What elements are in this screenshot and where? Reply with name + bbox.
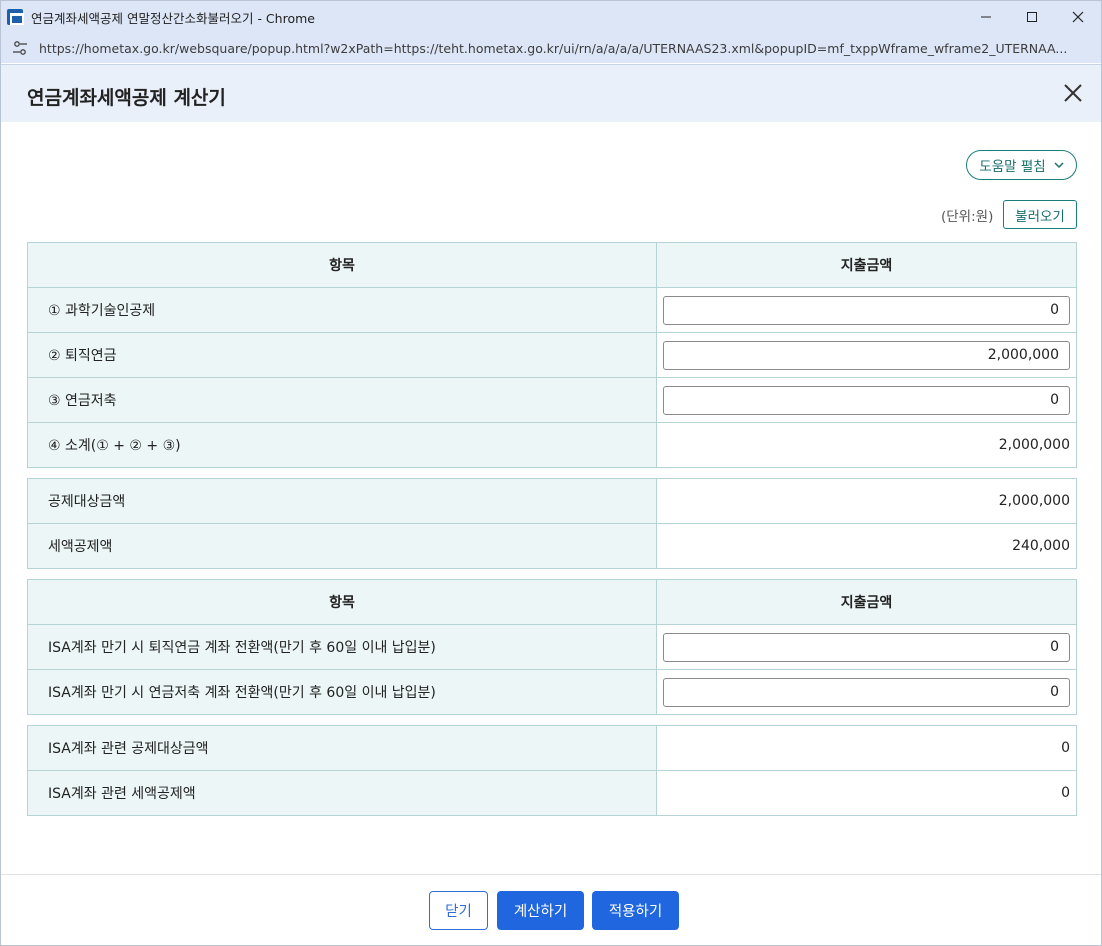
column-header-amount: 지출금액 xyxy=(656,579,1077,625)
dialog-close-button[interactable] xyxy=(1061,81,1085,105)
pension-savings-input[interactable]: 0 xyxy=(663,385,1070,415)
site-info-button[interactable] xyxy=(11,39,29,57)
dialog-title: 연금계좌세액공제 계산기 xyxy=(27,87,226,109)
apply-button[interactable]: 적용하기 xyxy=(592,891,679,930)
deductible-amount-value: 2,000,000 xyxy=(656,478,1077,524)
browser-popup-window: 연금계좌세액공제 연말정산간소화불러오기 - Chrome https://ho… xyxy=(0,0,1102,946)
isa-conversion-table: 항목 지출금액 ISA계좌 만기 시 퇴직연금 계좌 전환액(만기 후 60일 … xyxy=(27,579,1077,715)
science-tech-deduction-input[interactable]: 0 xyxy=(663,295,1070,325)
row-label: ① 과학기술인공제 xyxy=(27,287,657,333)
help-toggle-button[interactable]: 도움말 펼침 xyxy=(966,150,1077,180)
row-label: ④ 소계(① + ② + ③) xyxy=(27,422,657,468)
column-header-item: 항목 xyxy=(27,579,657,625)
window-titlebar: 연금계좌세액공제 연말정산간소화불러오기 - Chrome xyxy=(1,1,1101,33)
load-button[interactable]: 불러오기 xyxy=(1003,200,1077,229)
row-label: ISA계좌 만기 시 퇴직연금 계좌 전환액(만기 후 60일 이내 납입분) xyxy=(27,624,657,670)
row-label: ② 퇴직연금 xyxy=(27,332,657,378)
close-icon xyxy=(1064,84,1082,102)
deduction-summary-table: 공제대상금액 2,000,000 세액공제액 240,000 xyxy=(26,478,1077,569)
table-row: ISA계좌 관련 공제대상금액 0 xyxy=(26,725,1077,771)
calculate-button[interactable]: 계산하기 xyxy=(497,891,584,930)
row-label: 공제대상금액 xyxy=(26,478,658,524)
column-header-item: 항목 xyxy=(27,242,657,288)
isa-deductible-amount-value: 0 xyxy=(656,725,1077,771)
unit-label: (단위:원) xyxy=(941,209,994,225)
minimize-icon xyxy=(981,16,991,18)
tax-credit-value: 240,000 xyxy=(656,523,1077,569)
column-header-amount: 지출금액 xyxy=(656,242,1077,288)
isa-savings-conversion-input[interactable]: 0 xyxy=(663,677,1070,707)
window-close-button[interactable] xyxy=(1055,1,1101,33)
window-controls xyxy=(963,1,1101,33)
row-label: ISA계좌 관련 세액공제액 xyxy=(26,770,658,816)
retirement-pension-input[interactable]: 2,000,000 xyxy=(663,340,1070,370)
row-label: ③ 연금저축 xyxy=(27,377,657,423)
url-text[interactable]: https://hometax.go.kr/websquare/popup.ht… xyxy=(39,41,1089,56)
table-row: ① 과학기술인공제 0 xyxy=(27,287,1077,333)
isa-retirement-conversion-input[interactable]: 0 xyxy=(663,632,1070,662)
row-label: ISA계좌 만기 시 연금저축 계좌 전환액(만기 후 60일 이내 납입분) xyxy=(27,669,657,715)
table-row: ④ 소계(① + ② + ③) 2,000,000 xyxy=(27,422,1077,468)
table-row: ISA계좌 만기 시 퇴직연금 계좌 전환액(만기 후 60일 이내 납입분) … xyxy=(27,624,1077,670)
tune-icon xyxy=(13,41,27,55)
table-row: ② 퇴직연금 2,000,000 xyxy=(27,332,1077,378)
table-row: ③ 연금저축 0 xyxy=(27,377,1077,423)
table-row: 공제대상금액 2,000,000 xyxy=(26,478,1077,524)
close-button[interactable]: 닫기 xyxy=(429,891,488,930)
dialog-header: 연금계좌세액공제 계산기 xyxy=(1,64,1101,122)
table-row: ISA계좌 만기 시 연금저축 계좌 전환액(만기 후 60일 이내 납입분) … xyxy=(27,669,1077,715)
address-bar: https://hometax.go.kr/websquare/popup.ht… xyxy=(1,33,1101,63)
table-header-row: 항목 지출금액 xyxy=(27,242,1077,288)
maximize-icon xyxy=(1027,12,1037,22)
pension-expense-table: 항목 지출금액 ① 과학기술인공제 0 ② 퇴직연금 2,000,000 ③ 연… xyxy=(27,242,1077,468)
table-row: ISA계좌 관련 세액공제액 0 xyxy=(26,770,1077,816)
row-label: 세액공제액 xyxy=(26,523,658,569)
subtotal-value: 2,000,000 xyxy=(656,422,1077,468)
hometax-app-icon xyxy=(7,9,24,25)
window-title: 연금계좌세액공제 연말정산간소화불러오기 - Chrome xyxy=(31,10,315,26)
table-header-row: 항목 지출금액 xyxy=(27,579,1077,625)
close-icon xyxy=(1072,11,1084,23)
dialog-footer: 닫기 계산하기 적용하기 xyxy=(1,874,1101,946)
row-label: ISA계좌 관련 공제대상금액 xyxy=(26,725,658,771)
table-row: 세액공제액 240,000 xyxy=(26,523,1077,569)
chevron-down-icon xyxy=(1054,162,1064,169)
minimize-button[interactable] xyxy=(963,1,1009,33)
maximize-button[interactable] xyxy=(1009,1,1055,33)
help-toggle-label: 도움말 펼침 xyxy=(979,159,1046,175)
isa-tax-credit-value: 0 xyxy=(656,770,1077,816)
isa-summary-table: ISA계좌 관련 공제대상금액 0 ISA계좌 관련 세액공제액 0 xyxy=(26,725,1077,816)
